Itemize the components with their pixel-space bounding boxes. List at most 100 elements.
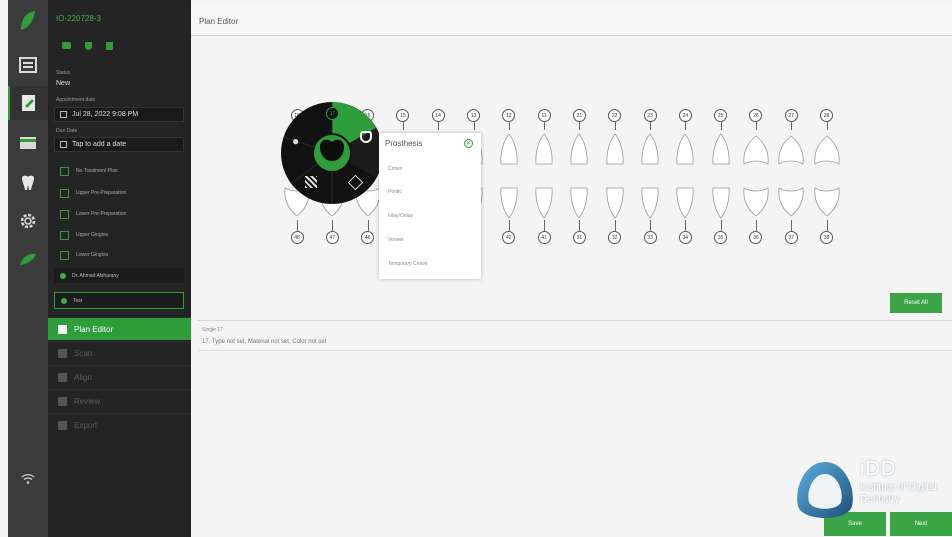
tooth-number-38[interactable]: 38 [820,231,833,244]
review-icon [58,396,67,406]
tooth-number-14[interactable]: 14 [431,109,445,122]
due-date-field[interactable]: Tap to add a date [54,137,184,152]
tooth-35[interactable] [710,186,732,222]
tooth-23[interactable] [639,130,661,166]
checkbox-box[interactable] [60,188,69,198]
top-bar [191,6,952,36]
nav-label: Review [74,396,101,406]
tooth-number-31[interactable]: 31 [572,231,586,244]
nav-align[interactable]: Align [48,365,191,388]
card-icon[interactable] [8,126,48,160]
checkbox-box[interactable] [60,250,69,260]
doctor-row[interactable]: Dr. Ahmad Alsharany [54,268,184,283]
tooth-connector [473,122,475,130]
checkbox-box[interactable] [60,209,69,219]
plan-editor-rail-icon[interactable] [8,86,48,120]
nav-export[interactable]: Export [48,413,191,436]
crown-icon[interactable] [360,131,372,143]
tooth-number-13[interactable]: 13 [467,109,480,122]
tooth-25[interactable] [710,130,732,166]
tooth-number-34[interactable]: 34 [678,231,692,244]
tooth-connector [579,122,581,130]
tooth-34[interactable] [674,186,696,222]
shield-icon[interactable] [85,42,92,50]
popup-item-inlay-onlay[interactable]: Inlay/Onlay [388,213,413,219]
case-panel: IO-220728-3 Status New Appointment date … [48,0,191,537]
tooth-connector [720,220,722,231]
palette-icon[interactable]: ● [292,134,299,148]
appointment-field[interactable]: Jul 28, 2022 9:08 PM [54,107,184,122]
tooth-number-28[interactable]: 28 [820,109,833,122]
checkbox-label: Lower Pre-Preparation [76,211,127,217]
tooth-connector [402,122,404,130]
popup-item-veneer[interactable]: Veneer [388,237,404,243]
car-icon[interactable] [62,42,71,49]
tooth-number-41[interactable]: 41 [537,231,551,244]
close-icon[interactable]: ✕ [464,139,473,148]
tooth-31[interactable] [568,186,590,222]
due-label: Due Date [56,128,78,134]
tooth-number-23[interactable]: 23 [643,109,657,122]
tooth-42[interactable] [498,186,520,222]
tooth-27[interactable] [777,130,805,166]
nav-label: Plan Editor [74,324,114,334]
tooth-icon[interactable] [8,166,48,200]
material-icon[interactable] [305,176,317,188]
tooth-36[interactable] [742,186,770,222]
tooth-33[interactable] [639,186,661,222]
checkbox-box[interactable] [60,166,69,176]
reset-all-button[interactable]: Reset All [890,293,942,313]
tooth-number-27[interactable]: 27 [784,109,798,122]
tooth-number-24[interactable]: 24 [678,109,692,122]
tooth-38[interactable] [813,186,841,222]
checkbox-lower-gingiva[interactable]: Lower Gingiva [54,247,184,263]
checkbox-upper-prep[interactable]: Upper Pre-Preparation [54,185,184,201]
case-actions [62,42,113,50]
tooth-number-46[interactable]: 46 [361,231,375,244]
nav-review[interactable]: Review [48,389,191,412]
status-value: New [56,80,71,87]
nav-label: Export [74,420,98,430]
settings-gear-icon[interactable] [8,204,48,238]
popup-item-crown[interactable]: Crown [388,166,402,172]
popup-item-pontic[interactable]: Pontic [388,189,402,195]
tooth-number-48[interactable]: 48 [290,231,304,244]
tooth-number-33[interactable]: 33 [643,231,657,244]
tooth-26[interactable] [742,130,770,166]
tooth-22[interactable] [604,130,626,166]
checkbox-lower-prep[interactable]: Lower Pre-Preparation [54,206,184,222]
tooth-number-37[interactable]: 37 [784,231,798,244]
tooth-11[interactable] [533,130,555,166]
nav-plan-editor[interactable]: Plan Editor [48,317,191,340]
tooth-28[interactable] [813,130,841,166]
tooth-37[interactable] [777,186,805,222]
tooth-connector [438,122,440,130]
tooth-connector [826,220,828,231]
tooth-24[interactable] [674,130,696,166]
checkbox-upper-gingiva[interactable]: Upper Gingiva [54,227,184,243]
tooth-number-25[interactable]: 25 [714,109,728,122]
dashboard-icon[interactable] [8,48,48,82]
logo-text: iDD [860,458,897,480]
tooth-number-11[interactable]: 11 [537,109,551,122]
tooth-41[interactable] [533,186,555,222]
tooth-number-21[interactable]: 21 [572,109,586,122]
note-icon[interactable] [106,42,113,50]
checkbox-no-treatment[interactable]: No Treatment Plan [54,163,184,179]
calendar-icon [60,111,67,118]
tooth-21[interactable] [568,130,590,166]
popup-item-temporary-crown[interactable]: Temporary Crown [388,261,427,267]
tooth-connector [297,220,298,231]
tooth-32[interactable] [604,186,626,222]
checkbox-label: Lower Gingiva [76,252,108,258]
checkbox-box[interactable] [60,230,69,240]
tooth-connector [544,122,546,130]
tooth-12[interactable] [498,130,520,166]
logo-subtext: Institute of Digital Dentistry [860,482,937,505]
tooth-number-47[interactable]: 47 [325,231,339,244]
leaf-icon[interactable] [8,242,48,276]
nav-scan[interactable]: Scan [48,341,191,364]
tooth-number-35[interactable]: 35 [714,231,728,244]
appointment-label: Appointment date [56,97,96,103]
patient-row[interactable]: Test [54,292,184,309]
